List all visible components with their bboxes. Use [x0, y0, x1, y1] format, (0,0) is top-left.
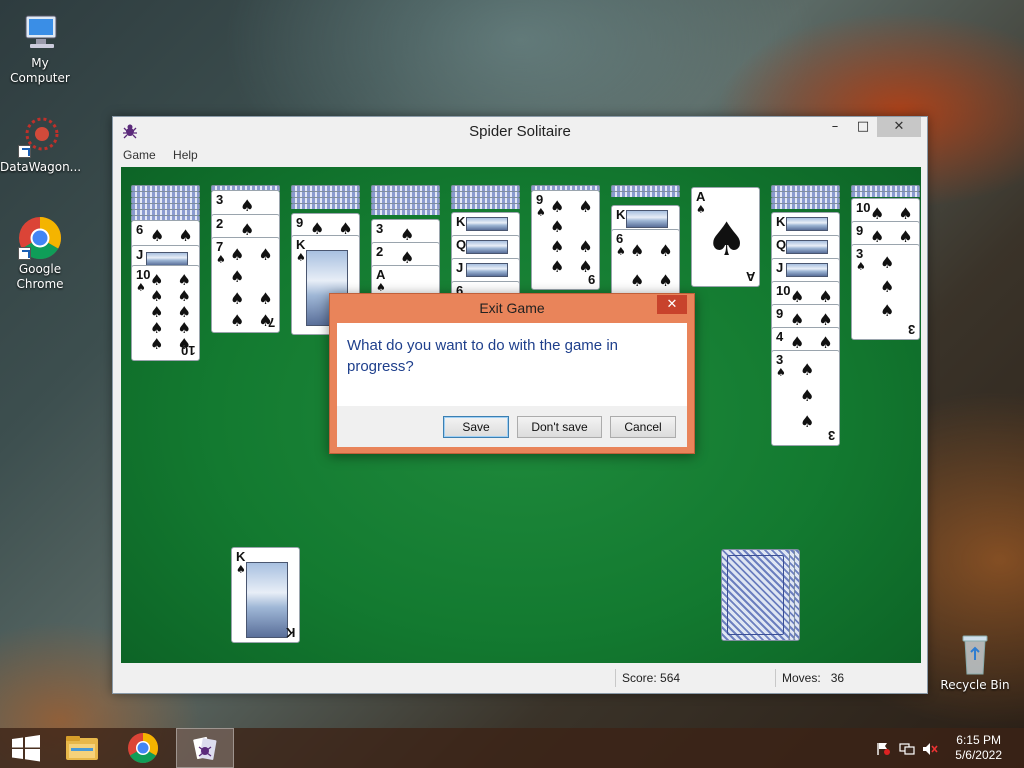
- card-rank: K: [296, 237, 306, 252]
- chrome-icon: [18, 216, 62, 260]
- card-rank-inverted: 10: [180, 343, 195, 358]
- clock-time: 6:15 PM: [956, 733, 1001, 747]
- card-rank: 9: [536, 192, 544, 207]
- card[interactable]: 7♠♠♠ ♠ ♠♠ ♠♠7: [211, 237, 280, 333]
- card-rank: 10: [776, 283, 791, 298]
- desktop-icon-recycle-bin[interactable]: Recycle Bin: [935, 632, 1015, 693]
- card-rank: 9: [296, 215, 304, 230]
- card-rank-inverted: 3: [907, 322, 915, 337]
- card-rank: J: [136, 247, 144, 262]
- window-title: Spider Solitaire: [469, 123, 571, 140]
- desktop-icon-datawagon[interactable]: DataWagon...: [0, 114, 82, 175]
- card[interactable]: A ♠ ♠ A: [691, 187, 760, 287]
- dialog-message: What do you want to do with the game in …: [337, 323, 687, 406]
- menu-help[interactable]: Help: [173, 145, 198, 165]
- desktop-icon-label: My Computer: [10, 56, 70, 85]
- taskbar-spider-solitaire[interactable]: [176, 728, 234, 768]
- card-rank: 3: [856, 246, 864, 261]
- card-rank: 3: [216, 192, 224, 207]
- card-rank: 9: [776, 306, 784, 321]
- action-center-flag-icon[interactable]: [875, 741, 891, 755]
- dialog-body: What do you want to do with the game in …: [337, 323, 687, 447]
- taskbar: 6:15 PM 5/6/2022: [0, 728, 1024, 768]
- clock-date: 5/6/2022: [955, 748, 1002, 762]
- card-rank: 9: [856, 223, 864, 238]
- system-clock[interactable]: 6:15 PM 5/6/2022: [955, 733, 1002, 763]
- start-button[interactable]: [0, 728, 56, 768]
- card-rank: K: [236, 549, 246, 564]
- menu-game[interactable]: Game: [123, 145, 156, 165]
- taskbar-chrome[interactable]: [115, 728, 171, 768]
- card-rank-inverted: 3: [827, 428, 835, 443]
- save-button[interactable]: Save: [443, 416, 509, 438]
- maximize-button[interactable]: □: [853, 117, 873, 137]
- card-rank: J: [456, 260, 464, 275]
- chrome-icon: [128, 733, 159, 764]
- card-rank: K: [456, 214, 466, 229]
- card-rank: 4: [776, 329, 784, 344]
- card-rank: Q: [456, 237, 467, 252]
- card[interactable]: 10 ♠ ♠♠ ♠♠ ♠♠ ♠♠ ♠♠ 10: [131, 265, 200, 361]
- menu-bar: Game Help: [113, 145, 927, 167]
- desktop-icon-label: DataWagon...: [0, 160, 82, 174]
- moves-display: Moves: 36: [775, 669, 915, 687]
- card-rank: Q: [776, 237, 787, 252]
- close-button[interactable]: ✕: [877, 117, 921, 137]
- exit-game-dialog: Exit Game ✕ What do you want to do with …: [329, 293, 695, 454]
- dont-save-button[interactable]: Don't save: [517, 416, 602, 438]
- folder-icon: [66, 736, 98, 760]
- datawagon-icon: [18, 114, 62, 158]
- desktop-icon-my-computer[interactable]: My Computer: [0, 10, 80, 86]
- moves-label: Moves:: [782, 671, 821, 685]
- foundation-pile[interactable]: K ♠ K: [231, 547, 300, 643]
- card-rank: 7: [216, 239, 224, 254]
- title-bar[interactable]: Spider Solitaire – □ ✕: [113, 117, 927, 145]
- card-rank: 6: [136, 222, 144, 237]
- computer-icon: [18, 10, 62, 54]
- card-rank: K: [616, 207, 626, 222]
- card-rank: A: [696, 189, 706, 204]
- card[interactable]: 3 ♠ ♠ ♠ ♠ 3: [771, 350, 840, 446]
- card-rank-inverted: K: [285, 625, 295, 640]
- shortcut-arrow-icon: [18, 145, 31, 158]
- card-rank: 3: [776, 352, 784, 367]
- card[interactable]: 3 ♠ ♠ ♠ ♠ 3: [851, 244, 920, 340]
- windows-logo-icon: [12, 735, 40, 762]
- volume-muted-icon[interactable]: [922, 741, 938, 755]
- card-rank: 2: [216, 216, 224, 231]
- card-rank: 10: [136, 267, 151, 282]
- card-rank-inverted: A: [745, 269, 755, 284]
- solitaire-icon: [193, 736, 217, 760]
- taskbar-file-explorer[interactable]: [54, 728, 110, 768]
- card-rank: 3: [376, 221, 384, 236]
- card-rank: 2: [376, 244, 384, 259]
- status-bar: Score: 564 Moves: 36: [113, 663, 927, 693]
- network-icon[interactable]: [899, 741, 915, 755]
- card-rank-inverted: 9: [587, 272, 595, 287]
- cancel-button[interactable]: Cancel: [610, 416, 676, 438]
- card-rank-inverted: 7: [267, 315, 275, 330]
- card-rank: J: [776, 260, 784, 275]
- moves-value: 36: [830, 671, 845, 685]
- card[interactable]: 9♠♠♠ ♠ ♠♠ ♠♠9: [531, 190, 600, 290]
- card-rank: 10: [856, 200, 871, 215]
- desktop-icon-google-chrome[interactable]: Google Chrome: [0, 216, 80, 292]
- spade-icon: ♠: [706, 212, 748, 266]
- minimize-button[interactable]: –: [825, 117, 845, 137]
- dialog-close-button[interactable]: ✕: [657, 295, 687, 314]
- dialog-title: Exit Game: [479, 300, 545, 316]
- card-rank: 6: [616, 231, 624, 246]
- desktop-icon-label: Google Chrome: [16, 262, 64, 291]
- desktop-icon-label: Recycle Bin: [940, 678, 1010, 692]
- card-rank: K: [776, 214, 786, 229]
- recycle-bin-icon: [953, 632, 997, 676]
- shortcut-arrow-icon: [18, 247, 31, 260]
- card-rank: A: [376, 267, 386, 282]
- score-display: Score: 564: [615, 669, 775, 687]
